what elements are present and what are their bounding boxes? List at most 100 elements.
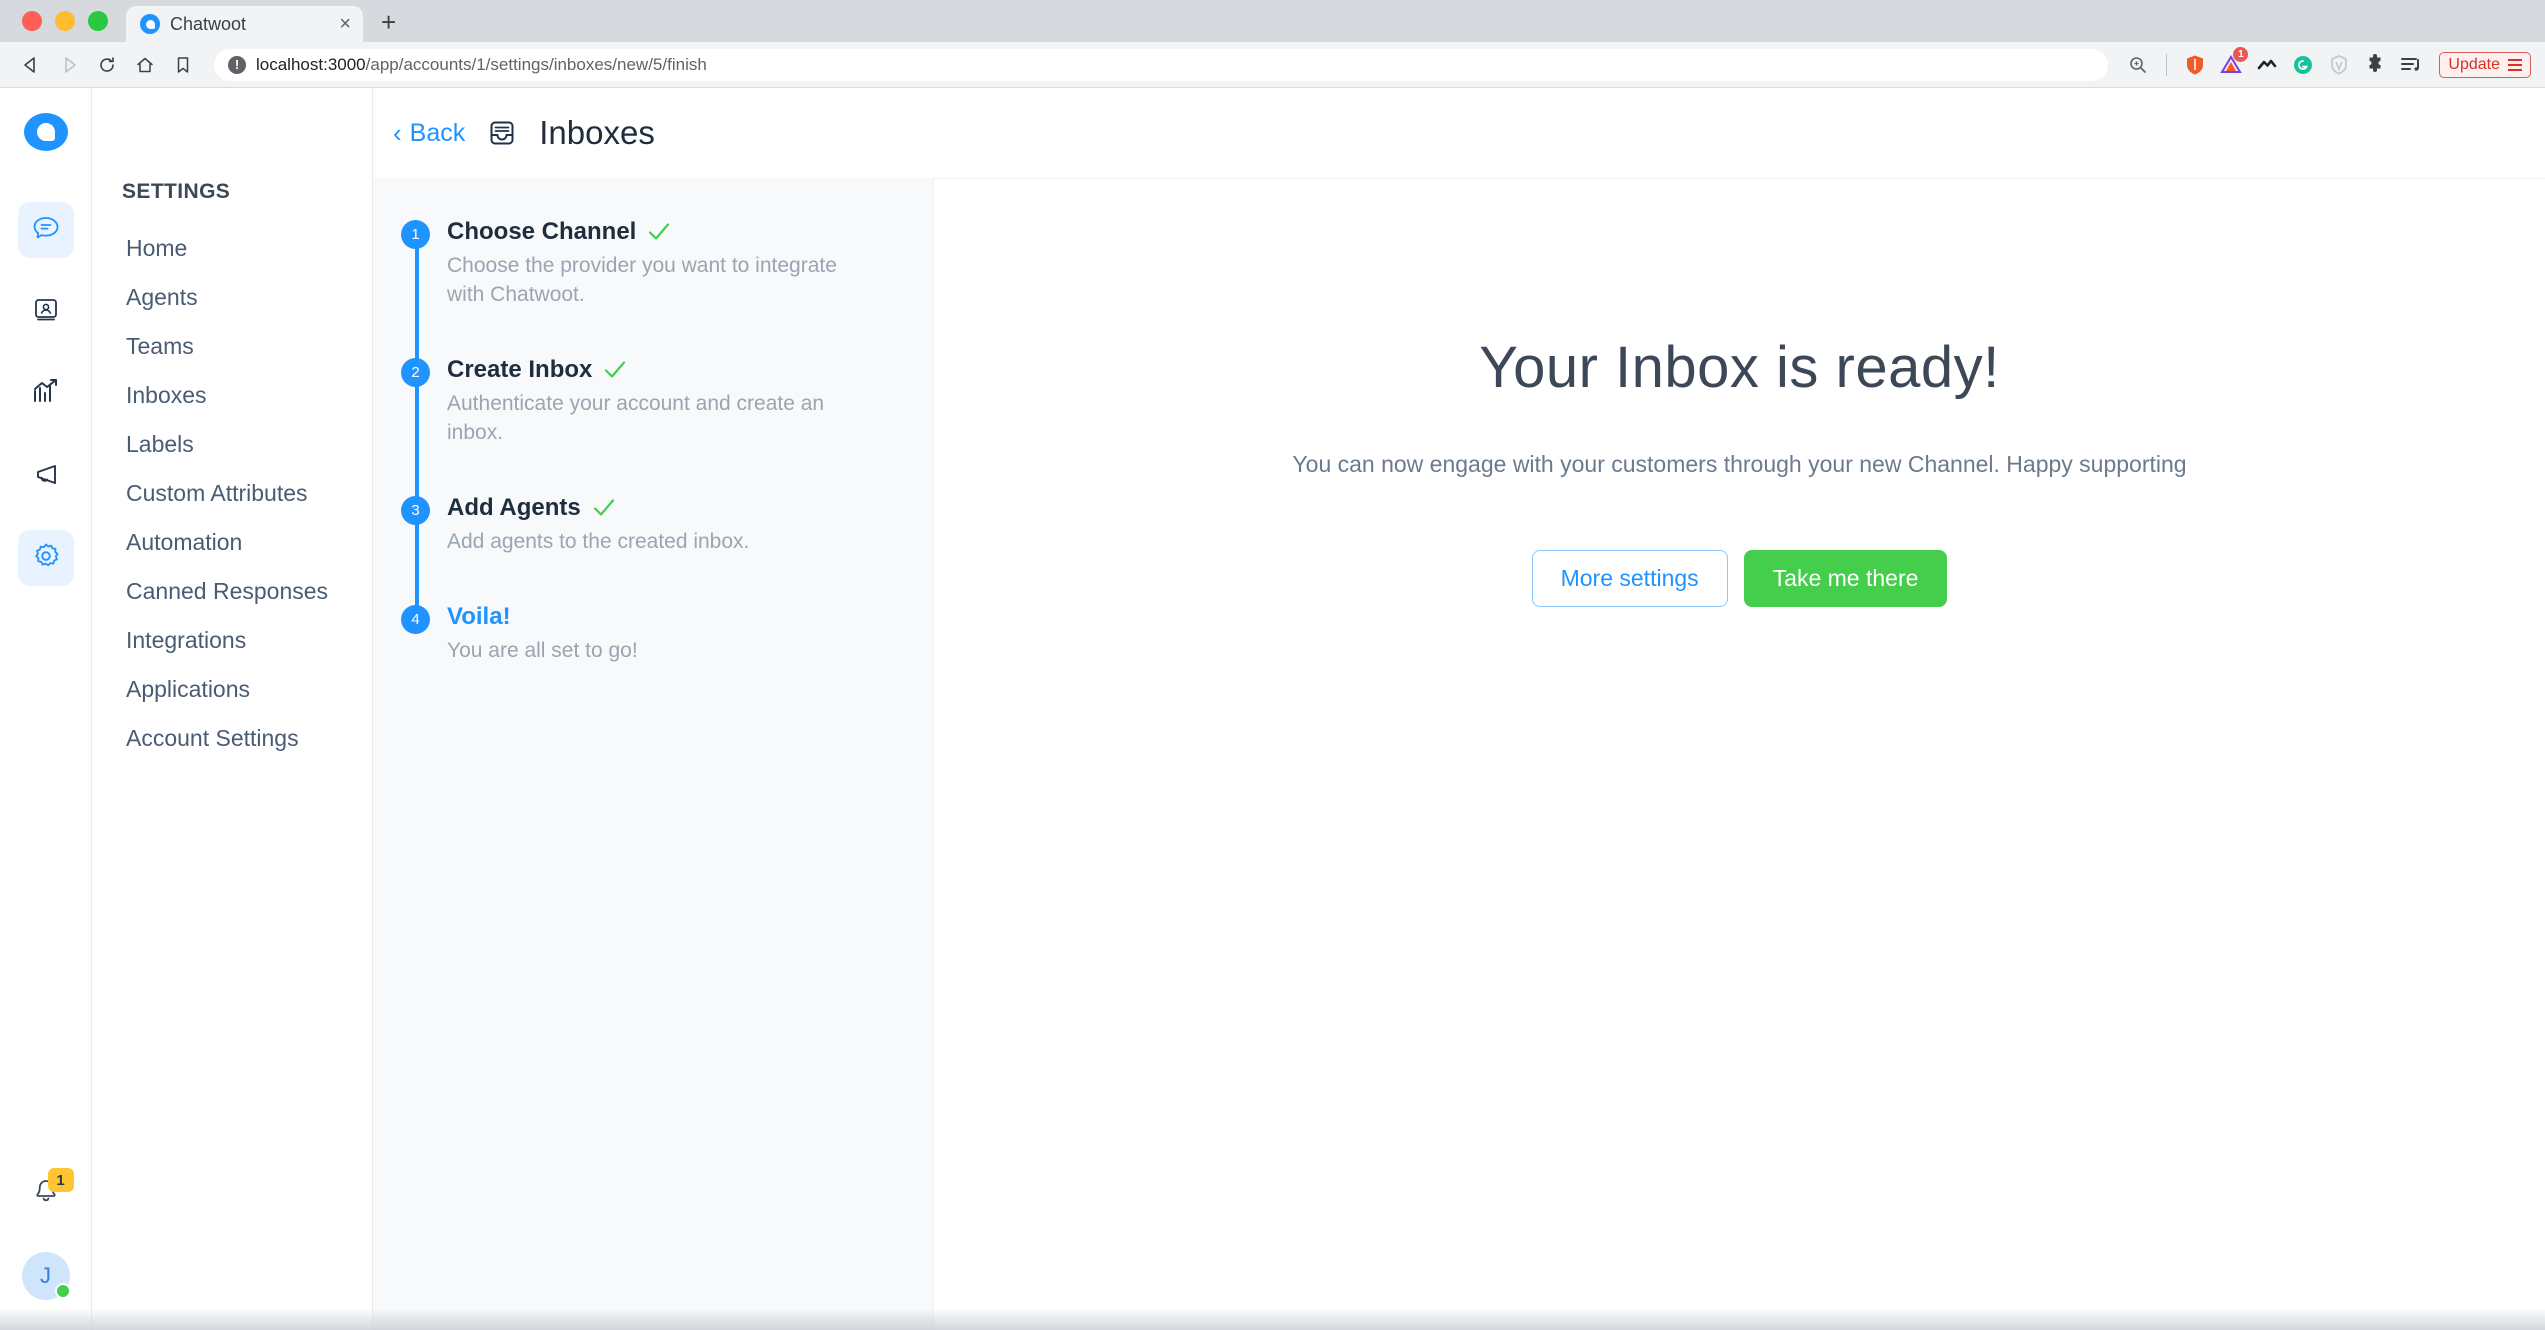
sidebar-item-campaigns[interactable] xyxy=(18,448,74,504)
sidebar-item-contacts[interactable] xyxy=(18,284,74,340)
step-title: Choose Channel xyxy=(447,218,637,245)
content-area: ‹ Back Inboxes 1 Choose Channel Choose t… xyxy=(373,88,2545,1330)
sidebar-item-labels[interactable]: Labels xyxy=(122,420,372,469)
sidebar-item-agents[interactable]: Agents xyxy=(122,273,372,322)
chevron-left-icon: ‹ xyxy=(393,118,402,148)
settings-sidebar: SETTINGS Home Agents Teams Inboxes Label… xyxy=(92,88,373,1330)
browser-menu-icon[interactable] xyxy=(2508,58,2522,71)
sidebar-item-inboxes[interactable]: Inboxes xyxy=(122,371,372,420)
user-avatar-button[interactable]: J xyxy=(21,1252,71,1300)
step-description: Add agents to the created inbox. xyxy=(447,529,750,553)
forward-icon xyxy=(52,48,86,82)
step-title: Voila! xyxy=(447,602,511,630)
check-icon xyxy=(646,219,672,245)
back-icon[interactable] xyxy=(14,48,48,82)
wizard-steps-panel: 1 Choose Channel Choose the provider you… xyxy=(373,178,933,1330)
megaphone-icon xyxy=(31,459,61,494)
step-title: Create Inbox xyxy=(447,355,593,383)
wizard-step-choose-channel: 1 Choose Channel Choose the provider you… xyxy=(401,218,893,310)
extensions-puzzle-icon[interactable] xyxy=(2359,49,2391,81)
minimize-window-button[interactable] xyxy=(55,11,75,31)
zoom-icon[interactable] xyxy=(2122,49,2154,81)
chat-bubble-icon xyxy=(31,213,61,248)
back-button-label: Back xyxy=(409,118,466,147)
sidebar-item-custom-attributes[interactable]: Custom Attributes xyxy=(122,469,372,518)
rewards-badge: 1 xyxy=(2233,46,2249,62)
step-description: Authenticate your account and create an … xyxy=(447,391,825,444)
browser-window: Chatwoot × + ! localhost:3000/app/accoun… xyxy=(0,0,2545,1330)
tab-title: Chatwoot xyxy=(170,13,247,34)
browser-tab[interactable]: Chatwoot × xyxy=(126,6,363,42)
brave-rewards-icon[interactable]: 1 xyxy=(2215,46,2249,81)
step-header: Voila! xyxy=(447,603,893,631)
sidebar-item-conversations[interactable] xyxy=(17,202,74,258)
address-bar-url: localhost:3000/app/accounts/1/settings/i… xyxy=(256,54,707,74)
toolbar-actions: 1 Update xyxy=(2122,46,2531,81)
site-info-icon[interactable]: ! xyxy=(228,55,246,74)
primary-nav-rail: 1 J xyxy=(0,88,92,1330)
chatwoot-app: 1 J SETTINGS Home Agents Teams Inboxes L… xyxy=(0,88,2545,1330)
step-header: Add Agents xyxy=(447,494,893,522)
update-button-label: Update xyxy=(2448,55,2500,73)
presence-online-indicator xyxy=(54,1283,71,1299)
sidebar-item-reports[interactable] xyxy=(18,366,74,422)
browser-tabstrip: Chatwoot × + xyxy=(0,0,2545,42)
toolbar-divider xyxy=(2166,53,2168,76)
reload-icon[interactable] xyxy=(90,48,124,82)
sidebar-item-integrations[interactable]: Integrations xyxy=(122,616,372,665)
playlist-icon[interactable] xyxy=(2395,49,2427,81)
step-title: Add Agents xyxy=(447,493,581,521)
take-me-there-button[interactable]: Take me there xyxy=(1743,550,1948,607)
sidebar-item-applications[interactable]: Applications xyxy=(122,665,372,714)
notifications-button[interactable]: 1 xyxy=(18,1166,74,1222)
window-traffic-lights xyxy=(14,0,118,42)
bookmark-icon[interactable] xyxy=(166,48,200,82)
wallet-icon[interactable] xyxy=(2251,49,2283,81)
step-description: You are all set to go! xyxy=(447,638,638,662)
home-icon[interactable] xyxy=(128,48,162,82)
step-number-badge: 1 xyxy=(401,220,430,249)
step-number-badge: 4 xyxy=(401,604,430,634)
notification-count-badge: 1 xyxy=(47,1168,74,1192)
vpn-shield-icon[interactable] xyxy=(2323,49,2355,81)
brave-shields-icon[interactable] xyxy=(2179,49,2211,81)
grammarly-icon[interactable] xyxy=(2287,49,2319,81)
reports-chart-icon xyxy=(31,377,61,412)
wizard-step-add-agents: 3 Add Agents Add agents to the created i… xyxy=(401,494,893,557)
inbox-tray-icon xyxy=(487,118,517,148)
result-actions: More settings Take me there xyxy=(1531,550,1948,607)
wizard-step-voila: 4 Voila! You are all set to go! xyxy=(401,603,893,666)
step-header: Create Inbox xyxy=(447,356,893,384)
inbox-ready-panel: Your Inbox is ready! You can now engage … xyxy=(933,178,2545,1330)
check-icon xyxy=(591,495,617,521)
sidebar-item-canned-responses[interactable]: Canned Responses xyxy=(122,567,372,616)
maximize-window-button[interactable] xyxy=(88,11,108,31)
address-bar[interactable]: ! localhost:3000/app/accounts/1/settings… xyxy=(214,48,2109,81)
wizard-step-list: 1 Choose Channel Choose the provider you… xyxy=(401,218,893,666)
back-button[interactable]: ‹ Back xyxy=(393,119,465,148)
close-window-button[interactable] xyxy=(22,11,42,31)
chatwoot-logo[interactable] xyxy=(23,110,68,154)
result-subtitle: You can now engage with your customers t… xyxy=(1292,451,2187,477)
contacts-book-icon xyxy=(32,296,60,329)
more-settings-button[interactable]: More settings xyxy=(1531,550,1728,607)
inbox-setup-wizard: 1 Choose Channel Choose the provider you… xyxy=(373,178,2545,1330)
sidebar-item-automation[interactable]: Automation xyxy=(122,518,372,567)
chatwoot-logo-icon xyxy=(140,14,160,34)
sidebar-item-home[interactable]: Home xyxy=(122,224,372,273)
close-icon[interactable]: × xyxy=(339,14,351,34)
settings-sidebar-title: SETTINGS xyxy=(122,180,231,203)
check-icon xyxy=(602,357,628,383)
sidebar-item-teams[interactable]: Teams xyxy=(122,322,372,371)
page-title: Inboxes xyxy=(539,114,655,151)
step-number-badge: 3 xyxy=(401,495,430,525)
sidebar-item-account-settings[interactable]: Account Settings xyxy=(122,714,372,763)
wizard-progress-line xyxy=(415,234,419,612)
update-button[interactable]: Update xyxy=(2439,51,2531,78)
wizard-step-create-inbox: 2 Create Inbox Authenticate your account… xyxy=(401,356,893,448)
sidebar-item-settings[interactable] xyxy=(17,530,74,586)
step-number-badge: 2 xyxy=(401,357,430,387)
new-tab-button[interactable]: + xyxy=(381,7,396,38)
page-header: ‹ Back Inboxes xyxy=(373,88,2545,178)
browser-toolbar: ! localhost:3000/app/accounts/1/settings… xyxy=(0,42,2545,88)
